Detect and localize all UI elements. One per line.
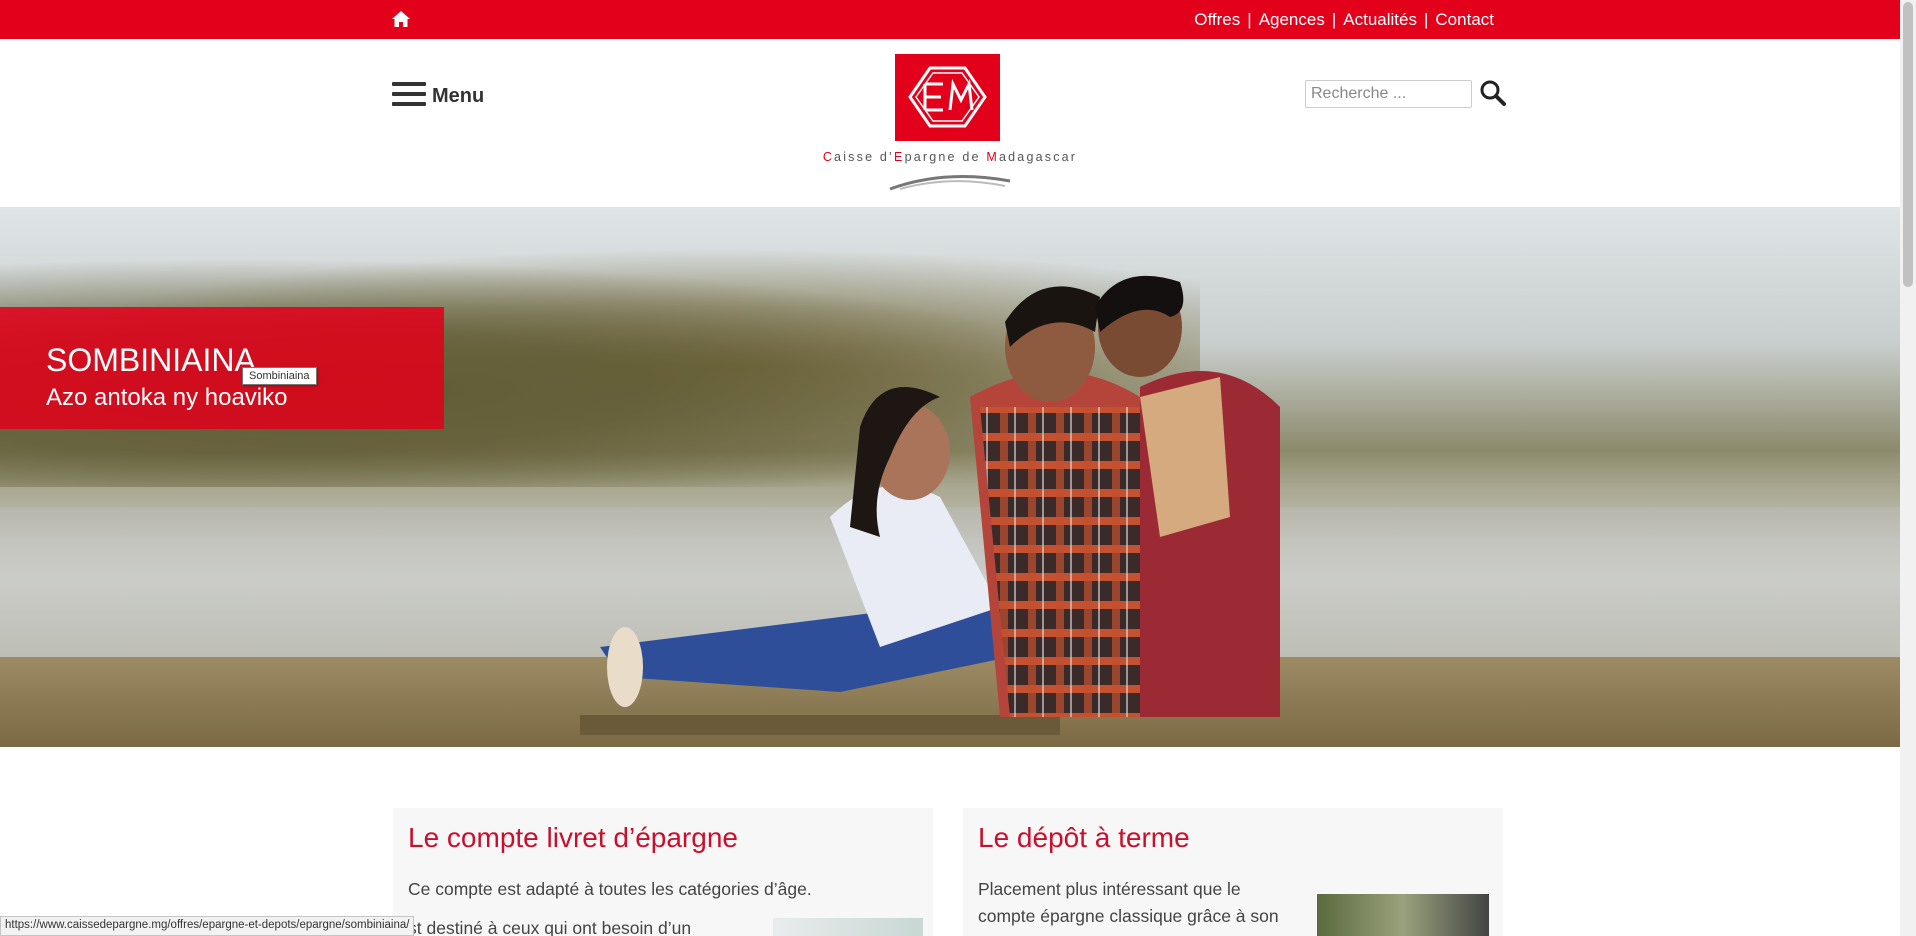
logo-swoosh [889, 175, 1011, 191]
vertical-scrollbar[interactable] [1900, 0, 1916, 936]
status-bar-url: https://www.caissedepargne.mg/offres/epa… [0, 916, 415, 936]
top-bar: Offres | Agences | Actualités | Contact [0, 0, 1900, 39]
top-nav-contact[interactable]: Contact [1435, 10, 1494, 30]
search-icon[interactable] [1479, 79, 1507, 107]
scrollbar-thumb[interactable] [1903, 2, 1913, 287]
card-text: Placement plus intéressant que le compte… [978, 879, 1279, 926]
tooltip: Sombiniaina [242, 367, 317, 385]
hero-slider: SOMBINIAINA Azo antoka ny hoaviko [0, 207, 1900, 747]
separator: | [1331, 9, 1337, 29]
search-input[interactable] [1305, 80, 1472, 108]
hero-banner[interactable]: SOMBINIAINA Azo antoka ny hoaviko [0, 307, 444, 429]
top-nav-offres[interactable]: Offres [1194, 10, 1240, 30]
top-nav: Offres | Agences | Actualités | Contact [1194, 0, 1494, 39]
hero-subtitle: Azo antoka ny hoaviko [46, 384, 288, 411]
hero-title: SOMBINIAINA [46, 342, 256, 378]
card-text: Ce compte est adapté à toutes les catégo… [408, 879, 812, 899]
logo-text: Caisse d’Epargne de Madagascar [822, 150, 1078, 164]
card-image [1317, 894, 1489, 936]
page: Offres | Agences | Actualités | Contact … [0, 0, 1916, 936]
home-icon[interactable] [391, 9, 411, 29]
site-header: Menu Caisse d’Epargne de Madagascar [0, 39, 1900, 207]
card-image [773, 918, 923, 936]
site-logo[interactable]: Caisse d’Epargne de Madagascar [815, 54, 1085, 194]
hero-family-photo [580, 275, 1280, 735]
card-livret-epargne[interactable]: Le compte livret d’épargne Ce compte est… [393, 808, 933, 936]
card-title: Le compte livret d’épargne [408, 822, 738, 853]
menu-label: Menu [432, 85, 485, 107]
menu-button[interactable]: Menu [392, 79, 484, 108]
card-title: Le dépôt à terme [978, 822, 1190, 853]
separator: | [1247, 9, 1252, 29]
card-depot-terme[interactable]: Le dépôt à terme Placement plus intéress… [963, 808, 1503, 936]
hamburger-icon [392, 81, 426, 106]
separator: | [1423, 9, 1429, 29]
card-text-continued: st destiné à ceux qui ont besoin d’un [408, 918, 692, 936]
logo-emblem [895, 54, 1000, 141]
top-nav-agences[interactable]: Agences [1259, 10, 1325, 30]
top-nav-actualites[interactable]: Actualités [1343, 10, 1417, 30]
